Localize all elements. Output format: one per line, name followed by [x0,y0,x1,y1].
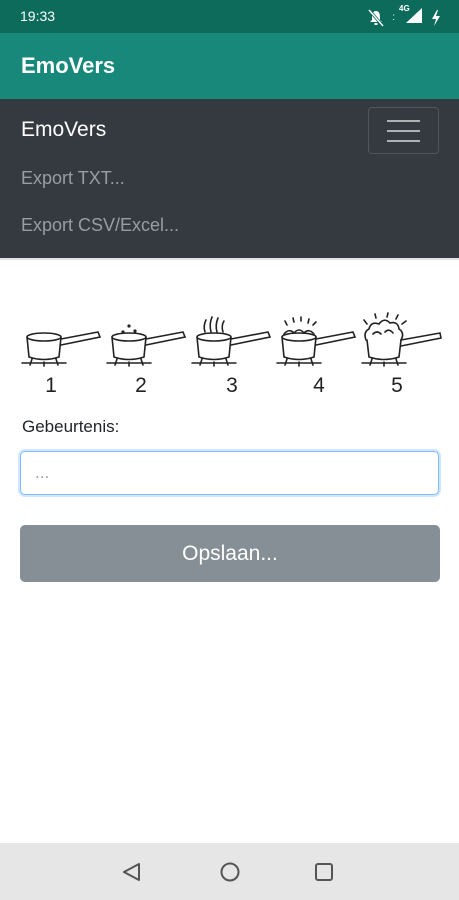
status-icons: : 4G [368,4,441,29]
save-button[interactable]: Opslaan... [20,525,440,582]
event-label: Gebeurtenis: [22,417,120,436]
pot-level-4-icon [276,316,357,367]
scale-label-1: 1 [45,374,57,397]
pot-level-2-icon [106,324,187,367]
charging-icon [432,9,440,26]
navbar-brand[interactable]: EmoVers [21,118,106,142]
emotion-scale-illustration: 1 2 3 4 5 [21,312,442,397]
recents-icon[interactable] [315,863,333,881]
scale-label-2: 2 [135,374,147,397]
pot-level-3-icon [191,316,272,367]
status-bar: 19:33 : 4G [0,0,459,33]
status-time: 19:33 [20,8,56,24]
status-separator: : [392,12,395,23]
nav-link-export-csv[interactable]: Export CSV/Excel... [21,215,179,236]
app-title: EmoVers [21,53,116,78]
navbar: EmoVers Export TXT... Export CSV/Excel..… [0,99,459,258]
mute-icon [368,8,385,27]
app-bar: EmoVers [0,33,459,99]
pot-level-1-icon [21,331,102,367]
system-navigation-bar [0,843,459,900]
network-type: 4G [399,4,410,13]
scale-label-3: 3 [226,374,238,397]
event-input[interactable] [20,451,439,495]
scale-label-4: 4 [313,374,325,397]
home-icon[interactable] [220,862,240,882]
navbar-divider [0,258,459,260]
pot-level-5-icon [361,312,442,367]
signal-icon: 4G [399,4,423,29]
nav-link-export-txt[interactable]: Export TXT... [21,168,125,189]
menu-toggle-button[interactable] [368,107,439,154]
back-icon[interactable] [123,863,140,881]
scale-label-5: 5 [391,374,403,397]
